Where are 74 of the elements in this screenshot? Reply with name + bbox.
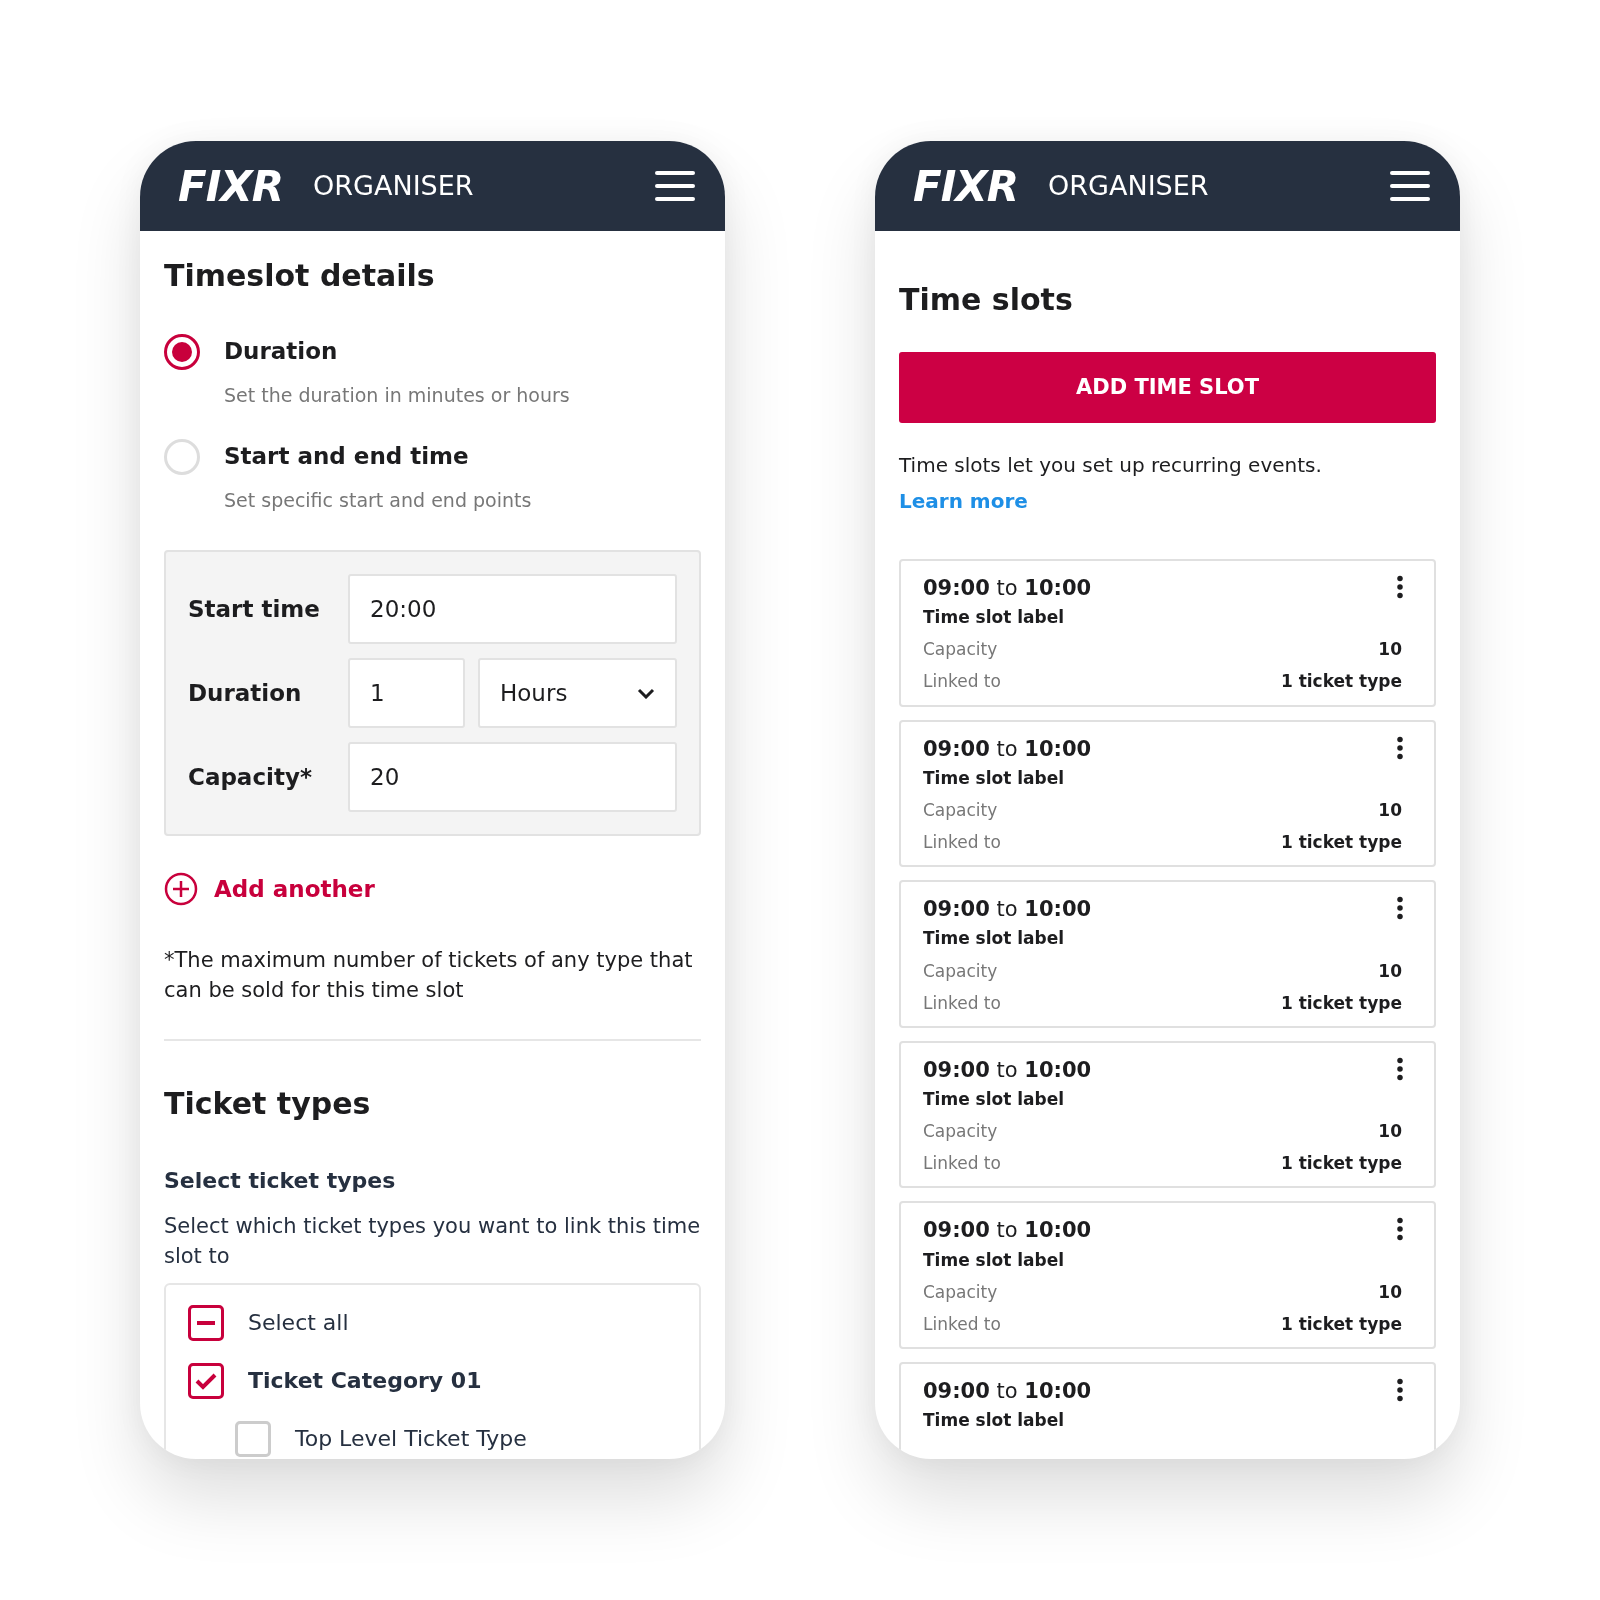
slot-label: Time slot label bbox=[923, 927, 1066, 950]
slot-label: Time slot label bbox=[923, 1409, 1066, 1432]
checkbox-label: Select all bbox=[248, 1309, 349, 1337]
checkbox-label: Top Level Ticket Type bbox=[295, 1425, 527, 1453]
footnote-text: *The maximum number of tickets of any type that can be sold for this time slot bbox=[164, 946, 694, 1004]
detail-label: Capacity bbox=[923, 1280, 998, 1303]
minus-icon bbox=[197, 1320, 215, 1325]
field-label: Duration bbox=[188, 678, 303, 708]
section-heading: Ticket types bbox=[164, 1084, 372, 1123]
detail-label: Linked to bbox=[923, 1312, 1001, 1335]
add-another-link[interactable]: Add another bbox=[164, 872, 375, 907]
time-range: 09:00 to 10:00 bbox=[923, 1377, 1092, 1405]
input-field[interactable]: 20 bbox=[348, 742, 677, 812]
time-range: 09:00 to 10:00 bbox=[923, 1217, 1092, 1245]
detail-label: Linked to bbox=[923, 670, 1001, 693]
detail-value: 10 bbox=[1378, 638, 1402, 661]
detail-value: 10 bbox=[1378, 1280, 1402, 1303]
menu-icon[interactable] bbox=[655, 170, 695, 202]
description-text: Select which ticket types you want to link this time slot to bbox=[164, 1212, 701, 1270]
detail-value: 1 ticket type bbox=[1280, 831, 1402, 854]
time-range: 09:00 to 10:00 bbox=[923, 896, 1092, 924]
page-heading: Time slots bbox=[899, 281, 1074, 319]
detail-label: Capacity bbox=[923, 1120, 998, 1143]
slot-label: Time slot label bbox=[923, 606, 1066, 629]
page-heading: Timeslot details bbox=[164, 257, 436, 295]
chevron-icon bbox=[637, 687, 655, 699]
slot-label: Time slot label bbox=[923, 1088, 1066, 1111]
detail-value: 1 ticket type bbox=[1280, 670, 1402, 693]
time-range: 09:00 to 10:00 bbox=[923, 735, 1092, 763]
checkbox-label: Ticket Category 01 bbox=[248, 1367, 482, 1395]
field-label: Start time bbox=[188, 594, 321, 624]
detail-value: 1 ticket type bbox=[1280, 991, 1402, 1014]
more-options-icon[interactable] bbox=[1396, 896, 1404, 921]
detail-label: Linked to bbox=[923, 1152, 1001, 1175]
option-label: Duration bbox=[224, 337, 339, 366]
logo: FIXR bbox=[178, 160, 284, 213]
option-hint: Set specific start and end points bbox=[224, 487, 532, 513]
add-time-slot-button[interactable]: ADD TIME SLOT bbox=[899, 352, 1436, 423]
app-title: ORGANISER bbox=[313, 168, 474, 203]
checkbox[interactable] bbox=[188, 1362, 224, 1399]
app-title: ORGANISER bbox=[1048, 168, 1209, 203]
plus-circle-icon bbox=[164, 872, 198, 907]
detail-value: 10 bbox=[1378, 798, 1402, 822]
input-field[interactable]: 20:00 bbox=[348, 574, 677, 644]
slot-label: Time slot label bbox=[923, 1248, 1066, 1271]
time-range: 09:00 to 10:00 bbox=[923, 1056, 1092, 1084]
unit-dropdown[interactable]: Hours bbox=[478, 658, 677, 728]
option-hint: Set the duration in minutes or hours bbox=[224, 382, 570, 408]
checkbox[interactable] bbox=[188, 1304, 224, 1341]
more-options-icon[interactable] bbox=[1396, 1056, 1404, 1081]
detail-value: 10 bbox=[1378, 1120, 1402, 1143]
more-options-icon[interactable] bbox=[1396, 575, 1404, 599]
check-icon bbox=[195, 1371, 217, 1390]
field-label: Capacity* bbox=[188, 762, 313, 792]
detail-label: Capacity bbox=[923, 798, 998, 822]
detail-label: Linked to bbox=[923, 991, 1001, 1014]
logo: FIXR bbox=[913, 160, 1019, 213]
more-options-icon[interactable] bbox=[1396, 1217, 1404, 1242]
detail-label: Capacity bbox=[923, 959, 998, 982]
slot-label: Time slot label bbox=[923, 766, 1066, 789]
detail-value: 10 bbox=[1378, 959, 1402, 982]
more-options-icon[interactable] bbox=[1396, 735, 1404, 760]
option-label: Start and end time bbox=[224, 442, 470, 471]
intro-text: Time slots let you set up recurring events. Learn more bbox=[899, 452, 1323, 515]
radio-button[interactable] bbox=[164, 334, 200, 370]
time-range: 09:00 to 10:00 bbox=[923, 575, 1092, 602]
subsection-heading: Select ticket types bbox=[164, 1166, 397, 1195]
detail-value: 1 ticket type bbox=[1280, 1152, 1402, 1175]
input-field[interactable]: 1 bbox=[348, 658, 465, 728]
more-options-icon[interactable] bbox=[1396, 1377, 1404, 1402]
detail-label: Capacity bbox=[923, 638, 998, 661]
detail-value: 1 ticket type bbox=[1280, 1312, 1402, 1335]
menu-icon[interactable] bbox=[1390, 170, 1430, 202]
detail-label: Linked to bbox=[923, 831, 1001, 854]
